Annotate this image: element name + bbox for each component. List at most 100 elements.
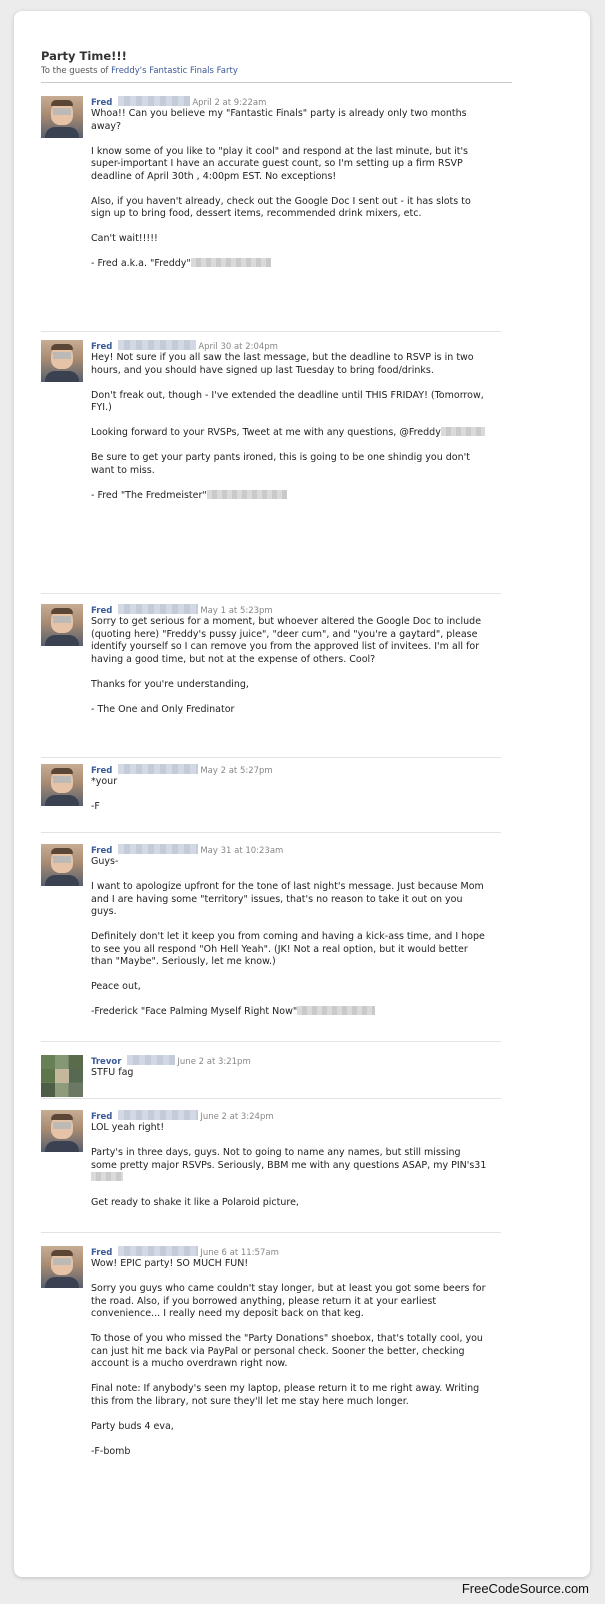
paragraph-text: Party's in three days, guys. Not to goin…	[91, 1147, 487, 1171]
message-paragraph: To those of you who missed the "Party Do…	[91, 1333, 483, 1369]
message-meta: Fred April 30 at 2:04pm	[91, 340, 278, 352]
signature-text: - Fred "The Fredmeister"	[91, 489, 207, 501]
message-date: June 2 at 3:24pm	[200, 1112, 274, 1122]
message-paragraph: -Frederick "Face Palming Myself Right No…	[91, 1006, 487, 1019]
message-paragraph: - Fred "The Fredmeister"	[91, 489, 487, 503]
message-body: Whoa!! Can you believe my "Fantastic Fin…	[91, 108, 487, 271]
signature-text: -Frederick "Face Palming Myself Right No…	[91, 1006, 298, 1017]
avatar[interactable]	[41, 1246, 83, 1288]
message-meta: Fred June 2 at 3:24pm	[91, 1110, 274, 1122]
message-divider	[41, 331, 501, 332]
message-paragraph: - The One and Only Fredinator	[91, 703, 235, 715]
author-name[interactable]: Fred	[91, 606, 112, 616]
redacted-surname	[118, 1110, 199, 1120]
avatar[interactable]	[41, 340, 83, 382]
message-paragraph: Party's in three days, guys. Not to goin…	[91, 1147, 487, 1185]
message-paragraph: Thanks for you're understanding,	[91, 678, 249, 690]
message-body: Guys- I want to apologize upfront for th…	[91, 856, 487, 1019]
redacted-surname	[118, 764, 199, 774]
avatar[interactable]	[41, 844, 83, 886]
message-paragraph: Hey! Not sure if you all saw the last me…	[91, 352, 474, 376]
message-body: Sorry to get serious for a moment, but w…	[91, 616, 487, 716]
message-paragraph: -F-bomb	[91, 1445, 131, 1457]
message-meta: Fred June 6 at 11:57am	[91, 1246, 279, 1258]
redacted-surname	[118, 1246, 199, 1256]
message-meta: Fred May 31 at 10:23am	[91, 844, 283, 856]
author-name[interactable]: Fred	[91, 98, 112, 108]
avatar[interactable]	[41, 96, 83, 138]
paragraph-text: Looking forward to your RVSPs, Tweet at …	[91, 427, 441, 438]
message-divider	[41, 1232, 501, 1233]
message-paragraph: Definitely don't let it keep you from co…	[91, 931, 485, 967]
header-divider	[41, 82, 512, 83]
message-paragraph: I know some of you like to "play it cool…	[91, 145, 468, 182]
message-paragraph: STFU fag	[91, 1067, 134, 1078]
message-paragraph: Be sure to get your party pants ironed, …	[91, 452, 470, 476]
message-paragraph: Whoa!! Can you believe my "Fantastic Fin…	[91, 108, 467, 132]
message-date: May 2 at 5:27pm	[200, 766, 273, 776]
message-date: June 6 at 11:57am	[200, 1248, 279, 1258]
message-divider	[41, 593, 501, 594]
thread-title: Party Time!!!	[41, 49, 127, 63]
message-date: May 31 at 10:23am	[200, 846, 284, 856]
message-date: April 30 at 2:04pm	[198, 342, 278, 352]
message-paragraph: LOL yeah right!	[91, 1122, 165, 1133]
message-date: June 2 at 3:21pm	[177, 1057, 251, 1067]
redacted-text	[190, 258, 271, 267]
message-paragraph: - Fred a.k.a. "Freddy"	[91, 258, 487, 271]
message-paragraph: *your	[91, 776, 118, 787]
message-paragraph: Final note: If anybody's seen my laptop,…	[91, 1383, 480, 1407]
message-paragraph: Don't freak out, though - I've extended …	[91, 389, 484, 414]
message-paragraph: Wow! EPIC party! SO MUCH FUN!	[91, 1258, 249, 1269]
redacted-text	[206, 489, 287, 499]
avatar[interactable]	[41, 604, 83, 646]
author-name[interactable]: Fred	[91, 766, 112, 776]
avatar[interactable]	[41, 1110, 83, 1152]
author-name[interactable]: Fred	[91, 1112, 112, 1122]
message-paragraph: Party buds 4 eva,	[91, 1420, 174, 1432]
subtitle-prefix: To the guests of	[41, 66, 109, 76]
message-body: STFU fag	[91, 1067, 487, 1080]
watermark: FreeCodeSource.com	[461, 1581, 589, 1596]
message-paragraph: Sorry to get serious for a moment, but w…	[91, 616, 482, 665]
message-divider	[41, 1041, 501, 1042]
author-name[interactable]: Fred	[91, 342, 112, 352]
message-paragraph: Guys-	[91, 856, 119, 867]
redacted-surname	[118, 96, 191, 106]
event-link[interactable]: Freddy's Fantastic Finals Farty	[111, 66, 238, 76]
avatar[interactable]	[41, 1055, 83, 1097]
thread-subtitle: To the guests of Freddy's Fantastic Fina…	[41, 65, 590, 77]
message-body: Wow! EPIC party! SO MUCH FUN! Sorry you …	[91, 1258, 487, 1458]
message-meta: Fred April 2 at 9:22am	[91, 96, 266, 108]
signature-text: - Fred a.k.a. "Freddy"	[91, 258, 191, 269]
author-name[interactable]: Trevor	[91, 1057, 121, 1067]
redacted-surname	[118, 604, 199, 614]
message-body: LOL yeah right! Party's in three days, g…	[91, 1122, 487, 1210]
message-date: May 1 at 5:23pm	[200, 606, 273, 616]
message-divider	[41, 757, 501, 758]
message-body: *your -F	[91, 776, 487, 814]
redacted-surname	[127, 1055, 176, 1065]
author-name[interactable]: Fred	[91, 1248, 112, 1258]
message-paragraph: Also, if you haven't already, check out …	[91, 195, 471, 220]
avatar[interactable]	[41, 764, 83, 806]
message-paragraph: Looking forward to your RVSPs, Tweet at …	[91, 427, 487, 440]
redacted-text	[91, 1172, 123, 1181]
message-meta: Trevor June 2 at 3:21pm	[91, 1055, 251, 1067]
message-paragraph: I want to apologize upfront for the tone…	[91, 881, 484, 917]
message-paragraph: Can't wait!!!!!	[91, 233, 158, 244]
redacted-surname	[118, 340, 197, 350]
message-paragraph: -F	[91, 801, 100, 812]
message-body: Hey! Not sure if you all saw the last me…	[91, 352, 487, 502]
redacted-text	[440, 427, 485, 436]
redacted-text	[297, 1006, 376, 1015]
message-paragraph: Peace out,	[91, 981, 141, 992]
message-divider	[41, 1098, 501, 1099]
message-date: April 2 at 9:22am	[192, 98, 267, 108]
message-divider	[41, 832, 501, 833]
redacted-surname	[118, 844, 199, 854]
message-meta: Fred May 2 at 5:27pm	[91, 764, 273, 776]
author-name[interactable]: Fred	[91, 846, 112, 856]
message-meta: Fred May 1 at 5:23pm	[91, 604, 273, 616]
message-paragraph: Sorry you guys who came couldn't stay lo…	[91, 1283, 486, 1319]
